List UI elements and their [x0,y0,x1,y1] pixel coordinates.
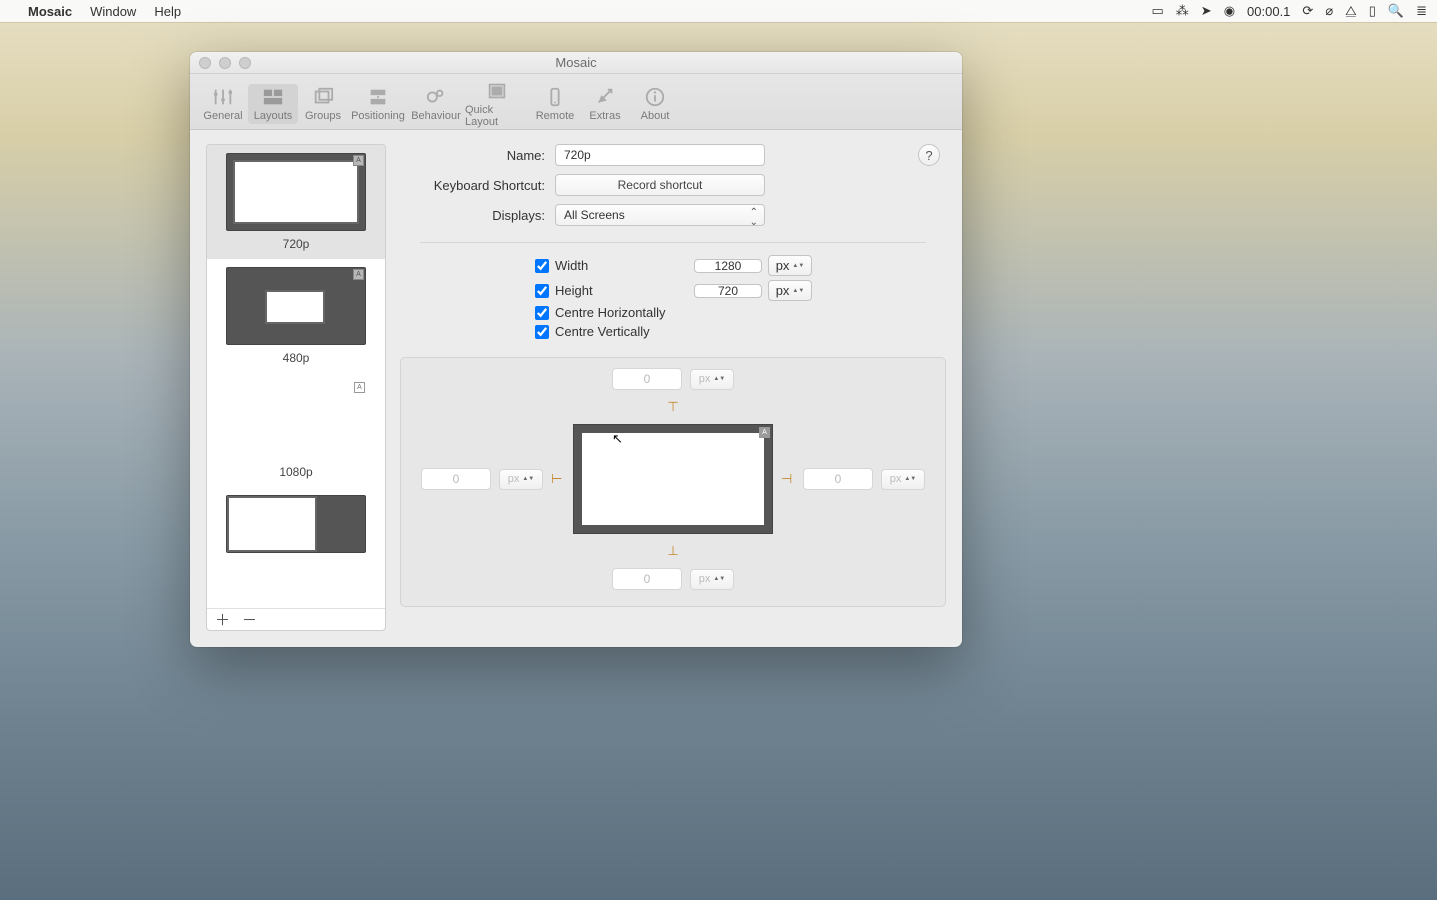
centre-horizontal-label: Centre Horizontally [555,305,666,320]
stepper-icon: ▲▼ [713,376,725,382]
close-button[interactable] [199,57,211,69]
preferences-toolbar: General Layouts Groups Positioning Behav… [190,74,962,130]
tab-extras[interactable]: Extras [580,84,630,124]
layout-item-label: 1080p [279,465,312,479]
add-layout-button[interactable]: ＋ [215,609,230,630]
preview-screen[interactable]: A ↖ [573,424,773,534]
height-unit-select[interactable]: px▲▼ [768,280,812,301]
margin-bottom-input [612,568,682,590]
preferences-window: Mosaic General Layouts Groups Positionin… [190,52,962,647]
chevron-updown-icon: ⌃⌄ [750,208,758,228]
name-label: Name: [400,148,555,163]
menulet-list-icon[interactable]: ≣ [1416,3,1427,19]
height-label: Height [555,283,593,298]
tab-remote[interactable]: Remote [530,84,580,124]
tab-behaviour[interactable]: Behaviour [408,84,464,124]
record-shortcut-button[interactable]: Record shortcut [555,174,765,196]
layout-editor: Name: Keyboard Shortcut: Record shortcut… [400,144,946,631]
layout-thumbnail: A [226,267,366,345]
divider [420,242,926,243]
width-input[interactable] [694,259,762,273]
tab-quick-layout[interactable]: Quick Layout [464,78,530,130]
stepper-icon: ▲▼ [792,263,804,269]
menulet-battery-icon[interactable]: ▯ [1369,3,1376,19]
margin-left-unit: px▲▼ [499,469,543,490]
displays-label: Displays: [400,208,555,223]
connector-bottom-icon: ⊥ [671,544,675,558]
layout-list: A 720p A 480p A 1080p [206,144,386,631]
menulet-sync-icon[interactable]: ⟳ [1302,3,1313,19]
menulet-dropbox-icon[interactable]: ⁂ [1176,3,1189,19]
aspect-badge-icon: A [354,382,365,393]
menulet-location-icon[interactable]: ➤ [1201,3,1212,19]
centre-horizontal-checkbox[interactable] [535,306,549,320]
menulet-wifi-icon[interactable]: ⧋ [1345,3,1357,19]
layout-thumbnail: A [226,153,366,231]
menulet-clock[interactable]: 00:00.1 [1247,4,1290,19]
layout-item-extra[interactable] [207,487,385,561]
displays-select[interactable]: All Screens ⌃⌄ [555,204,765,226]
width-label: Width [555,258,588,273]
layout-item-720p[interactable]: A 720p [207,145,385,259]
aspect-badge-icon: A [353,155,364,166]
stepper-icon: ▲▼ [792,288,804,294]
margin-top-unit: px▲▼ [690,369,734,390]
stepper-icon: ▲▼ [522,476,534,482]
height-checkbox[interactable] [535,284,549,298]
tab-general[interactable]: General [198,84,248,124]
tab-groups[interactable]: Groups [298,84,348,124]
remove-layout-button[interactable]: － [242,609,257,630]
menulet-disk-icon[interactable]: ⌀ [1325,3,1333,19]
margin-right-input [803,468,873,490]
app-menu[interactable]: Mosaic [28,4,72,19]
layout-item-label: 720p [283,237,310,251]
window-title: Mosaic [555,55,596,70]
margin-top-input [612,368,682,390]
width-unit-select[interactable]: px▲▼ [768,255,812,276]
layout-thumbnail: A [226,381,366,459]
centre-vertical-label: Centre Vertically [555,324,650,339]
menubar: Mosaic Window Help ▭ ⁂ ➤ ◉ 00:00.1 ⟳ ⌀ ⧋… [0,0,1437,22]
layout-item-label: 480p [283,351,310,365]
position-preview: px▲▼ ⊤ px▲▼ ⊢ A ↖ ⊣ px▲▼ ⊥ [400,357,946,607]
layout-item-1080p[interactable]: A 1080p [207,373,385,487]
aspect-badge-icon: A [353,269,364,280]
menulet-display-icon[interactable]: ▭ [1151,3,1163,19]
layout-list-footer: ＋ － [207,608,385,630]
tab-about[interactable]: About [630,84,680,124]
height-input[interactable] [694,284,762,298]
stepper-icon: ▲▼ [904,476,916,482]
titlebar: Mosaic [190,52,962,74]
width-checkbox[interactable] [535,259,549,273]
margin-bottom-unit: px▲▼ [690,569,734,590]
menulet-timer-icon[interactable]: ◉ [1224,3,1235,19]
connector-right-icon: ⊣ [781,471,795,487]
aspect-badge-icon: A [759,427,770,438]
shortcut-label: Keyboard Shortcut: [400,178,555,193]
menu-window[interactable]: Window [90,4,136,19]
centre-vertical-checkbox[interactable] [535,325,549,339]
connector-top-icon: ⊤ [671,400,675,414]
tab-positioning[interactable]: Positioning [348,84,408,124]
tab-layouts[interactable]: Layouts [248,84,298,124]
menulet-spotlight-icon[interactable]: 🔍 [1388,3,1404,19]
zoom-button[interactable] [239,57,251,69]
menu-help[interactable]: Help [154,4,181,19]
layout-item-480p[interactable]: A 480p [207,259,385,373]
name-input[interactable] [555,144,765,166]
minimize-button[interactable] [219,57,231,69]
cursor-icon: ↖ [612,431,623,447]
margin-right-unit: px▲▼ [881,469,925,490]
layout-thumbnail [226,495,366,553]
stepper-icon: ▲▼ [713,576,725,582]
margin-left-input [421,468,491,490]
connector-left-icon: ⊢ [551,471,565,487]
